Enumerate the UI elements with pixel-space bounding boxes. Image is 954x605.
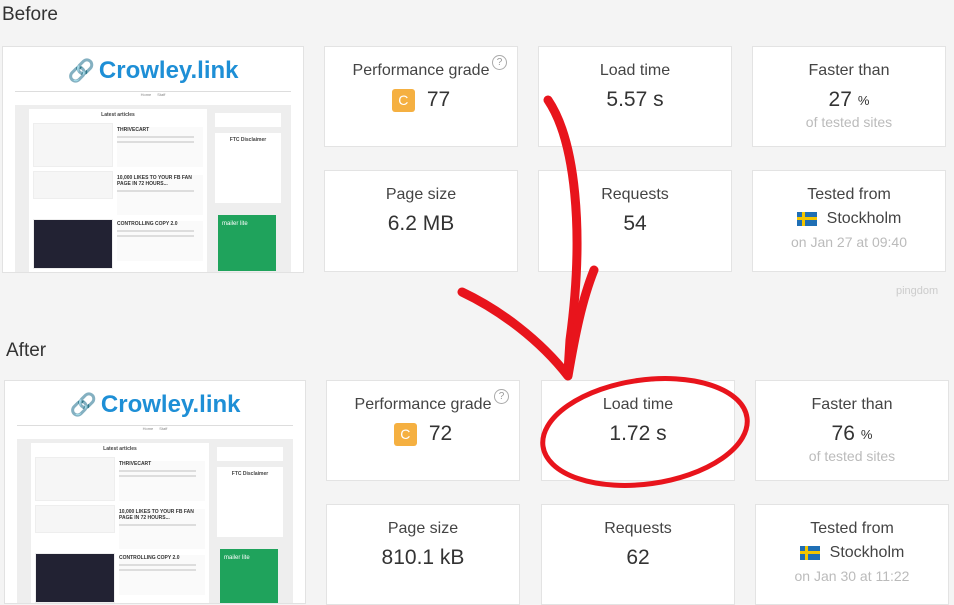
card-title: Tested from <box>810 520 894 537</box>
thumb-sidebar-heading: FTC Disclaimer <box>229 137 267 143</box>
help-icon[interactable]: ? <box>492 55 507 70</box>
before-site-screenshot: 🔗 Crowley.link Home Staff Latest articles … <box>2 46 304 273</box>
card-title: Load time <box>599 62 671 79</box>
page-size-value: 6.2 MB <box>387 212 455 235</box>
grade-badge: C <box>391 88 415 112</box>
thumb-article: THRIVECART <box>117 127 150 133</box>
after-page-size-card: Page size 810.1 kB <box>326 504 520 605</box>
thumb-article: THRIVECART <box>119 461 152 467</box>
sweden-flag-icon <box>799 546 820 560</box>
percent-unit: % <box>860 426 873 442</box>
chain-link-icon: 🔗 <box>67 58 95 83</box>
card-title: Load time <box>602 396 674 413</box>
card-title: Page size <box>385 186 457 203</box>
after-requests-card: Requests 62 <box>541 504 735 605</box>
thumb-sidebar-heading: FTC Disclaimer <box>231 471 269 477</box>
site-logo: Crowley.link <box>100 391 241 418</box>
sweden-flag-icon <box>796 212 817 226</box>
test-date: on Jan 30 at 11:22 <box>794 568 910 584</box>
after-site-screenshot: 🔗 Crowley.link Home Staff Latest articles … <box>4 380 306 604</box>
before-tested-from-card: Tested from Stockholm on Jan 27 at 09:40 <box>752 170 946 272</box>
card-title: Page size <box>387 520 459 537</box>
card-title: Performance grade <box>354 396 492 413</box>
red-arrowhead <box>457 265 599 381</box>
card-title: Performance grade <box>352 62 490 79</box>
grade-badge: C <box>393 422 417 446</box>
after-tested-from-card: Tested from Stockholm on Jan 30 at 11:22 <box>755 504 949 605</box>
thumb-article: 10,000 LIKES TO YOUR FB FAN PAGE IN 72 H… <box>117 175 192 187</box>
load-time-value: 5.57 s <box>606 88 664 111</box>
nav-home: Home <box>142 426 154 431</box>
before-performance-grade-card: ? Performance grade C 77 <box>324 46 518 147</box>
card-title: Faster than <box>808 62 890 79</box>
grade-score: 77 <box>426 88 451 111</box>
nav-staff: Staff <box>157 92 166 97</box>
thumb-article: 10,000 LIKES TO YOUR FB FAN PAGE IN 72 H… <box>119 509 194 521</box>
thumb-article: CONTROLLING COPY 2.0 <box>119 555 180 561</box>
chain-link-icon: 🔗 <box>69 392 97 417</box>
after-label: After <box>6 340 47 361</box>
site-logo: Crowley.link <box>98 57 239 84</box>
faster-than-value: 76 <box>831 422 855 445</box>
nav-home: Home <box>140 92 152 97</box>
percent-unit: % <box>857 92 870 108</box>
pingdom-watermark: pingdom <box>896 285 939 297</box>
thumb-ad: mailer lite <box>220 549 278 603</box>
location: Stockholm <box>826 210 902 227</box>
thumb-heading: Latest articles <box>103 446 137 452</box>
card-title: Requests <box>601 186 669 203</box>
requests-value: 54 <box>623 212 647 235</box>
before-load-time-card: Load time 5.57 s <box>538 46 732 147</box>
card-title: Requests <box>604 520 672 537</box>
after-faster-than-card: Faster than 76% of tested sites <box>755 380 949 481</box>
before-page-size-card: Page size 6.2 MB <box>324 170 518 272</box>
thumb-ad: mailer lite <box>218 215 276 271</box>
after-load-time-card: Load time 1.72 s <box>541 380 735 481</box>
test-date: on Jan 27 at 09:40 <box>791 234 907 250</box>
page-size-value: 810.1 kB <box>381 546 465 569</box>
card-title: Tested from <box>807 186 891 203</box>
faster-than-value: 27 <box>828 88 852 111</box>
thumb-heading: Latest articles <box>101 112 135 118</box>
before-faster-than-card: Faster than 27% of tested sites <box>752 46 946 147</box>
nav-staff: Staff <box>159 426 168 431</box>
card-title: Faster than <box>811 396 893 413</box>
before-label: Before <box>2 4 58 25</box>
requests-value: 62 <box>626 546 650 569</box>
before-requests-card: Requests 54 <box>538 170 732 272</box>
after-performance-grade-card: ? Performance grade C 72 <box>326 380 520 481</box>
load-time-value: 1.72 s <box>609 422 667 445</box>
help-icon[interactable]: ? <box>494 389 509 404</box>
card-subtitle: of tested sites <box>808 448 896 464</box>
card-subtitle: of tested sites <box>805 114 893 130</box>
grade-score: 72 <box>428 422 453 445</box>
thumb-article: CONTROLLING COPY 2.0 <box>117 221 178 227</box>
location: Stockholm <box>829 544 905 561</box>
